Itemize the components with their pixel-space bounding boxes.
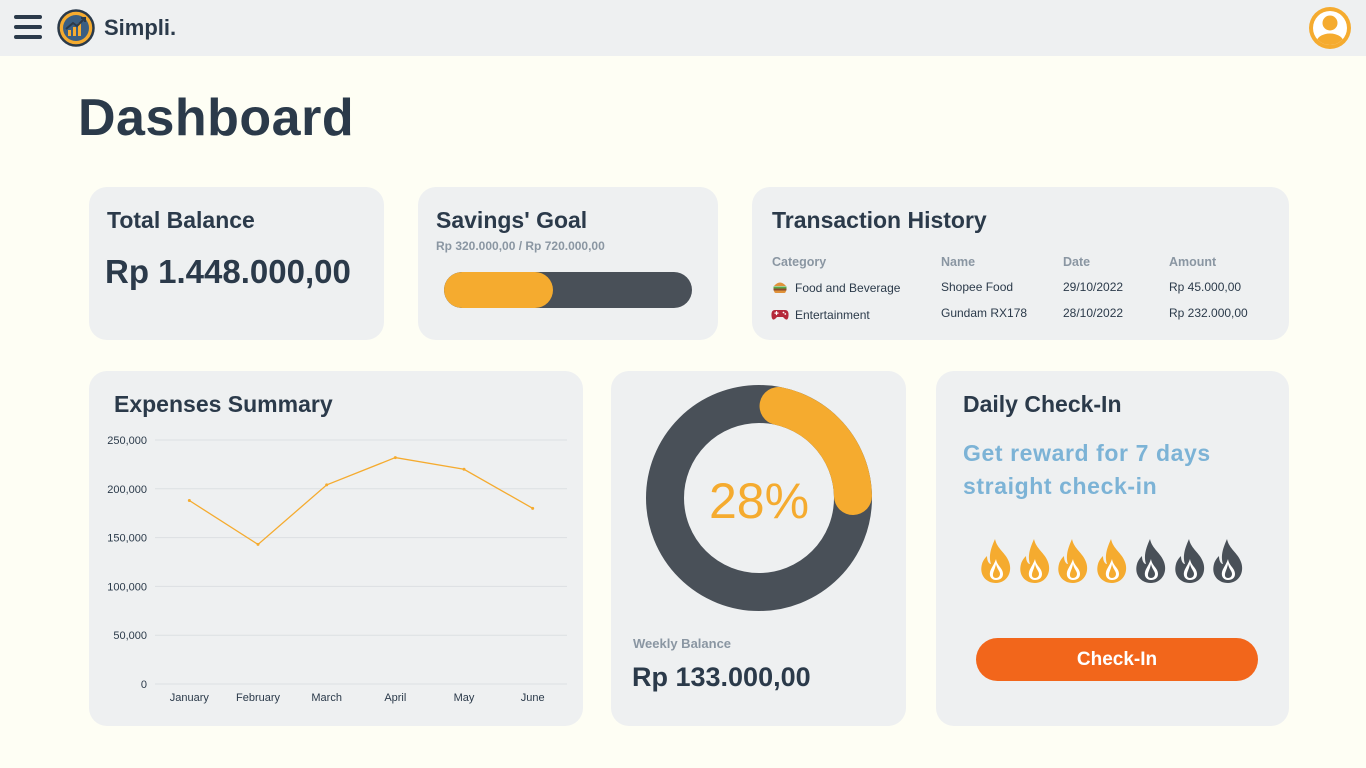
flame-icon xyxy=(1174,539,1204,583)
column-header-amount: Amount xyxy=(1169,255,1217,269)
x-tick-label: June xyxy=(521,692,545,704)
y-tick-label: 250,000 xyxy=(107,435,147,447)
check-in-button[interactable]: Check-In xyxy=(976,638,1258,681)
donut-percent-label: 28% xyxy=(709,473,809,529)
x-tick-label: February xyxy=(236,692,281,704)
y-tick-label: 100,000 xyxy=(107,581,147,593)
brand-name: Simpli. xyxy=(104,15,177,40)
tx-name: Shopee Food xyxy=(941,280,1014,294)
daily-checkin-card: Daily Check-In Get reward for 7 days str… xyxy=(936,371,1289,726)
page-title: Dashboard xyxy=(78,89,355,147)
tx-name: Gundam RX178 xyxy=(941,306,1028,320)
savings-goal-card: Savings' Goal Rp 320.000,00 / Rp 720.000… xyxy=(418,187,718,340)
gamepad-icon xyxy=(771,310,789,320)
expense-data-point xyxy=(393,456,397,460)
x-tick-label: March xyxy=(311,692,342,704)
top-bar: Simpli. xyxy=(0,0,1366,56)
total-balance-card: Total Balance Rp 1.448.000,00 xyxy=(89,187,384,340)
total-balance-title: Total Balance xyxy=(107,207,255,233)
weekly-balance-label: Weekly Balance xyxy=(633,636,732,651)
savings-progress-bar xyxy=(444,272,692,308)
savings-goal-progress-text: Rp 320.000,00 / Rp 720.000,00 xyxy=(436,239,605,253)
flame-icon xyxy=(1213,539,1243,583)
y-tick-label: 50,000 xyxy=(113,630,147,642)
x-tick-label: January xyxy=(170,692,210,704)
flame-icon xyxy=(1136,539,1165,583)
flame-icon xyxy=(1058,539,1088,583)
streak-flames xyxy=(978,537,1258,585)
tx-date: 29/10/2022 xyxy=(1063,280,1124,294)
total-balance-amount: Rp 1.448.000,00 xyxy=(105,253,351,290)
logo-icon xyxy=(57,9,95,47)
savings-progress-fill xyxy=(444,272,554,308)
flame-icon xyxy=(1097,539,1127,583)
column-header-name: Name xyxy=(941,255,976,269)
menu-icon[interactable] xyxy=(14,14,42,41)
column-header-category: Category xyxy=(772,255,827,269)
expenses-line-chart: 0 50,000 100,000 150,000 200,000 250,000 Janua… xyxy=(107,435,567,704)
column-header-date: Date xyxy=(1063,255,1091,269)
y-tick-label: 200,000 xyxy=(107,484,147,496)
transaction-history-card: Transaction History Category Name Date A… xyxy=(752,187,1289,340)
tx-amount: Rp 232.000,00 xyxy=(1169,306,1248,320)
expense-data-point xyxy=(325,483,329,487)
y-tick-label: 150,000 xyxy=(107,533,147,545)
savings-goal-title: Savings' Goal xyxy=(436,207,588,233)
user-avatar-icon[interactable] xyxy=(1308,6,1352,50)
weekly-balance-amount: Rp 133.000,00 xyxy=(632,662,811,692)
burger-icon xyxy=(773,282,787,293)
expense-data-point xyxy=(462,467,466,471)
x-tick-label: May xyxy=(454,692,475,704)
tx-category: Entertainment xyxy=(795,308,870,322)
expense-data-point xyxy=(187,499,191,503)
x-tick-label: April xyxy=(384,692,406,704)
flame-icon xyxy=(1019,539,1049,583)
tx-category: Food and Beverage xyxy=(795,281,901,295)
daily-checkin-subtitle: Get reward for 7 days straight check-in xyxy=(963,440,1211,499)
flame-icon xyxy=(981,539,1011,583)
expense-data-point xyxy=(531,506,535,510)
expenses-summary-title: Expenses Summary xyxy=(114,391,333,417)
tx-amount: Rp 45.000,00 xyxy=(1169,280,1242,294)
expense-series-line xyxy=(188,456,533,546)
expense-data-point xyxy=(256,542,260,546)
tx-date: 28/10/2022 xyxy=(1063,306,1124,320)
daily-checkin-title: Daily Check-In xyxy=(963,391,1122,417)
y-tick-label: 0 xyxy=(141,679,147,691)
expenses-summary-card: 0 50,000 100,000 150,000 200,000 250,000 Janua… xyxy=(89,371,583,726)
transaction-history-title: Transaction History xyxy=(772,207,987,233)
weekly-donut-chart: 28% xyxy=(646,385,872,611)
weekly-balance-card: 28% Weekly Balance Rp 133.000,00 xyxy=(611,371,906,726)
